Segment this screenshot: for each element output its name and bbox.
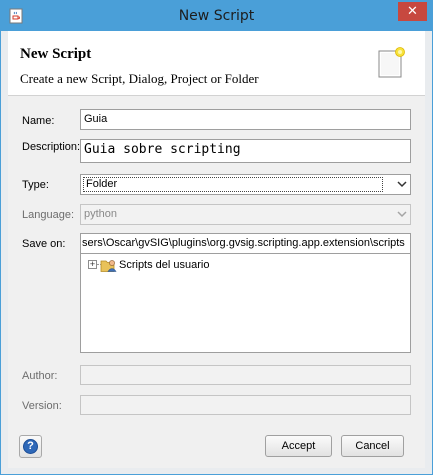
window-title: New Script (178, 8, 255, 24)
dialog-body: New Script Create a new Script, Dialog, … (8, 31, 425, 468)
language-selected-value: python (84, 208, 118, 220)
dialog-header: New Script Create a new Script, Dialog, … (8, 31, 425, 96)
save-on-label: Save on: (22, 238, 66, 250)
header-title: New Script (20, 46, 92, 62)
name-label: Name: (22, 115, 55, 127)
tree-item-scripts-del-usuario[interactable]: Scripts del usuario (119, 259, 210, 271)
version-field (80, 395, 411, 415)
help-button[interactable]: ? (19, 435, 42, 458)
description-label: Description: (22, 141, 81, 153)
header-subtitle: Create a new Script, Dialog, Project or … (20, 71, 259, 86)
user-folder-icon (100, 260, 117, 272)
name-field[interactable]: Guia (80, 109, 411, 130)
author-label: Author: (22, 370, 58, 382)
type-combo[interactable]: Folder (80, 174, 411, 195)
help-icon: ? (23, 439, 38, 454)
document-icon (378, 47, 405, 78)
title-bar[interactable]: New Script ✕ (1, 1, 432, 31)
tree-expand-toggle[interactable]: + (88, 260, 97, 269)
accept-button[interactable]: Accept (265, 435, 332, 457)
chevron-down-icon (397, 211, 407, 218)
new-script-dialog: New Script ✕ New Script Create a new Scr… (0, 0, 433, 475)
type-selected-value: Folder (83, 177, 383, 192)
close-button[interactable]: ✕ (398, 2, 427, 21)
type-label: Type: (22, 179, 49, 191)
language-combo: python (80, 204, 411, 225)
cancel-button[interactable]: Cancel (341, 435, 404, 457)
author-field (80, 365, 411, 385)
language-label: Language: (22, 209, 74, 221)
save-on-folder-tree[interactable]: + Scripts del usuario (80, 253, 411, 353)
version-label: Version: (22, 400, 62, 412)
save-on-path-field[interactable]: sers\Oscar\gvSIG\plugins\org.gvsig.scrip… (80, 233, 411, 254)
chevron-down-icon[interactable] (396, 179, 408, 189)
description-field[interactable]: Guia sobre scripting (80, 139, 411, 163)
